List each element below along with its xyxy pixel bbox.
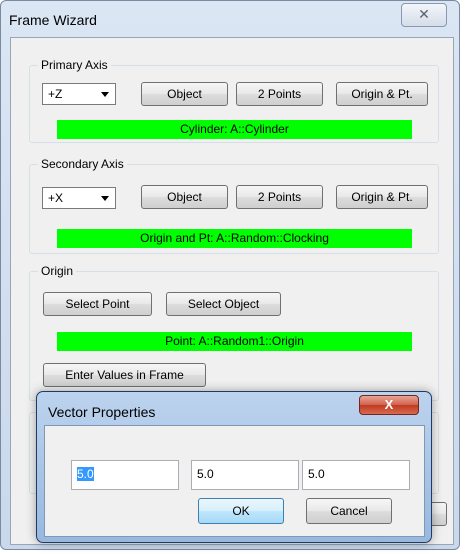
secondary-axis-label: Secondary Axis: [38, 157, 127, 171]
primary-axis-status: Cylinder: A::Cylinder: [57, 120, 412, 139]
vector-x-field[interactable]: 5.0: [71, 460, 179, 490]
chevron-down-icon: [101, 196, 109, 201]
vector-y-value: 5.0: [197, 467, 214, 481]
chevron-down-icon: [101, 92, 109, 97]
primary-origin-pt-button[interactable]: Origin & Pt.: [336, 82, 428, 106]
close-icon: X: [384, 397, 394, 412]
vector-x-value: 5.0: [77, 467, 94, 481]
vector-z-field[interactable]: 5.0: [302, 460, 410, 490]
primary-two-points-button[interactable]: 2 Points: [236, 82, 323, 106]
select-point-button[interactable]: Select Point: [43, 292, 152, 316]
vector-properties-dialog: Vector Properties X 5.0 5.0 5.0 OK Cance…: [36, 391, 432, 543]
primary-axis-select[interactable]: +Z: [42, 83, 116, 105]
cancel-button[interactable]: Cancel: [306, 498, 392, 524]
origin-status: Point: A::Random1::Origin: [57, 332, 412, 351]
secondary-axis-status: Origin and Pt: A::Random::Clocking: [57, 229, 412, 248]
vector-y-field[interactable]: 5.0: [191, 460, 299, 490]
window-close-button[interactable]: ✕: [401, 3, 447, 27]
close-icon: ✕: [418, 6, 430, 22]
select-object-button[interactable]: Select Object: [166, 292, 281, 316]
dialog-close-button[interactable]: X: [359, 395, 419, 415]
secondary-origin-pt-button[interactable]: Origin & Pt.: [336, 185, 428, 209]
primary-object-button[interactable]: Object: [141, 82, 228, 106]
primary-axis-label: Primary Axis: [38, 58, 111, 72]
primary-axis-group: Primary Axis +Z Object 2 Points Origin &…: [29, 58, 439, 143]
ok-button[interactable]: OK: [198, 498, 284, 524]
secondary-axis-select[interactable]: +X: [42, 187, 116, 209]
dialog-client: 5.0 5.0 5.0 OK Cancel: [44, 425, 425, 537]
enter-values-button[interactable]: Enter Values in Frame: [43, 363, 206, 387]
window-title: Frame Wizard: [9, 12, 97, 28]
origin-group: Origin Select Point Select Object Point:…: [29, 264, 439, 401]
secondary-axis-group: Secondary Axis +X Object 2 Points Origin…: [29, 157, 439, 254]
secondary-axis-value: +X: [48, 191, 64, 205]
secondary-object-button[interactable]: Object: [141, 185, 228, 209]
secondary-two-points-button[interactable]: 2 Points: [236, 185, 323, 209]
vector-z-value: 5.0: [308, 467, 325, 481]
origin-label: Origin: [38, 264, 77, 278]
primary-axis-value: +Z: [48, 87, 63, 101]
dialog-title: Vector Properties: [48, 404, 156, 420]
